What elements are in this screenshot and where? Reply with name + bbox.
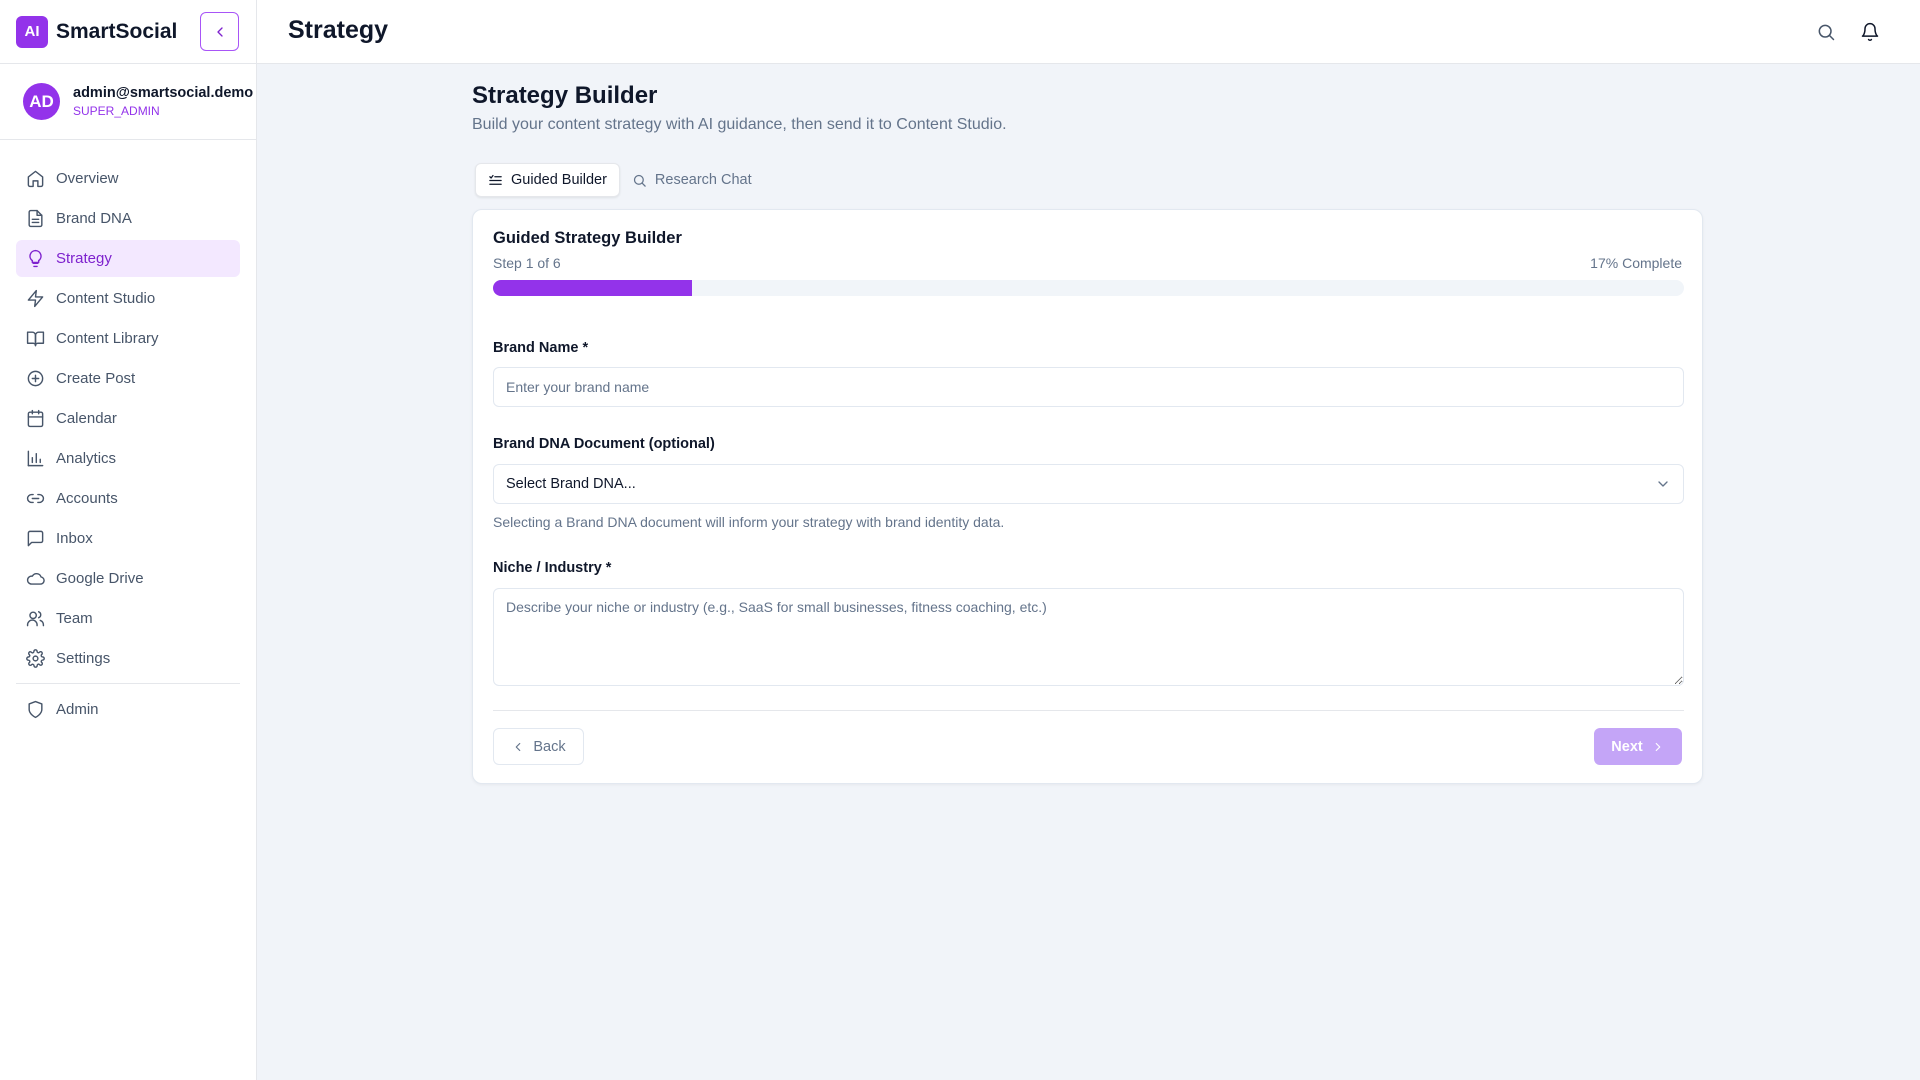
sidebar-item-label: Inbox <box>56 530 93 547</box>
book-icon <box>25 329 45 349</box>
tab-label: Guided Builder <box>511 172 607 188</box>
message-icon <box>25 529 45 549</box>
next-button[interactable]: Next <box>1594 728 1682 765</box>
sidebar-item-accounts[interactable]: Accounts <box>16 480 240 517</box>
sidebar-item-label: Overview <box>56 170 119 187</box>
plus-circle-icon <box>25 369 45 389</box>
search-icon <box>1818 24 1835 41</box>
sidebar-item-label: Settings <box>56 650 111 667</box>
chevron-left-icon <box>511 740 525 754</box>
sidebar-item-admin[interactable]: Admin <box>16 691 240 728</box>
bolt-icon <box>25 289 45 309</box>
lightbulb-icon <box>25 249 45 269</box>
sidebar: AI SmartSocial AD admin@smartsocial.demo… <box>0 0 257 1080</box>
guided-builder-card: Guided Strategy Builder Step 1 of 6 17% … <box>472 209 1703 784</box>
sidebar-item-label: Brand DNA <box>56 210 132 227</box>
sidebar-item-label: Analytics <box>56 450 117 467</box>
progress-percent: 17% Complete <box>1590 255 1682 271</box>
link-icon <box>25 489 45 509</box>
chevron-right-icon <box>1651 740 1665 754</box>
tab-guided-builder[interactable]: Guided Builder <box>475 163 620 197</box>
calendar-icon <box>25 409 45 429</box>
gear-icon <box>25 649 45 669</box>
page-title: Strategy Builder <box>472 82 658 109</box>
brand-name-input[interactable] <box>493 367 1684 407</box>
home-icon <box>25 169 45 189</box>
collapse-sidebar-button[interactable] <box>200 12 239 51</box>
sidebar-item-settings[interactable]: Settings <box>16 640 240 677</box>
document-icon <box>25 209 45 229</box>
sidebar-item-overview[interactable]: Overview <box>16 160 240 197</box>
brand-dna-selected: Select Brand DNA... <box>506 476 636 492</box>
sidebar-item-calendar[interactable]: Calendar <box>16 400 240 437</box>
chevron-down-icon <box>1658 481 1668 487</box>
next-label: Next <box>1611 738 1643 755</box>
shield-icon <box>25 700 45 720</box>
tab-label: Research Chat <box>654 172 752 188</box>
sidebar-item-brand-dna[interactable]: Brand DNA <box>16 200 240 237</box>
sidebar-item-label: Calendar <box>56 410 117 427</box>
search-button[interactable] <box>1814 20 1838 44</box>
tab-research-chat[interactable]: Research Chat <box>620 163 764 197</box>
back-label: Back <box>533 738 566 755</box>
sidebar-item-team[interactable]: Team <box>16 600 240 637</box>
bell-icon <box>1861 22 1879 42</box>
sidebar-item-label: Google Drive <box>56 570 144 587</box>
list-check-icon <box>488 173 503 188</box>
step-indicator: Step 1 of 6 <box>493 255 561 271</box>
sidebar-item-content-library[interactable]: Content Library <box>16 320 240 357</box>
notifications-button[interactable] <box>1858 20 1882 44</box>
sidebar-item-inbox[interactable]: Inbox <box>16 520 240 557</box>
progress-bar <box>493 280 1684 296</box>
avatar: AD <box>23 83 60 120</box>
brand-name-label: Brand Name * <box>493 340 589 356</box>
card-title: Guided Strategy Builder <box>493 229 682 247</box>
bar-chart-icon <box>25 449 45 469</box>
sidebar-item-strategy[interactable]: Strategy <box>16 240 240 277</box>
niche-textarea[interactable] <box>493 588 1684 686</box>
builder-tabs: Guided Builder Research Chat <box>472 163 764 197</box>
sidebar-item-label: Admin <box>56 701 99 718</box>
search-icon <box>632 173 647 188</box>
sidebar-item-label: Content Library <box>56 330 159 347</box>
page-subtitle: Build your content strategy with AI guid… <box>472 116 1007 133</box>
app-logo[interactable]: AI <box>16 15 48 48</box>
sidebar-item-label: Team <box>56 610 93 627</box>
card-divider <box>493 710 1684 711</box>
sidebar-nav: Overview Brand DNA Strategy Content Stud… <box>0 140 256 728</box>
brand-dna-label: Brand DNA Document (optional) <box>493 436 715 452</box>
app-name: SmartSocial <box>56 19 178 43</box>
page-header-title: Strategy <box>288 16 389 44</box>
niche-label: Niche / Industry * <box>493 560 612 576</box>
chevron-left-icon <box>216 26 223 37</box>
sidebar-item-analytics[interactable]: Analytics <box>16 440 240 477</box>
users-icon <box>25 609 45 629</box>
user-role: SUPER_ADMIN <box>73 104 160 118</box>
brand-dna-select[interactable]: Select Brand DNA... <box>493 464 1684 504</box>
sidebar-item-label: Accounts <box>56 490 118 507</box>
sidebar-item-content-studio[interactable]: Content Studio <box>16 280 240 317</box>
user-email: admin@smartsocial.demo <box>73 85 254 101</box>
back-button[interactable]: Back <box>493 728 584 765</box>
cloud-icon <box>25 569 45 589</box>
sidebar-item-google-drive[interactable]: Google Drive <box>16 560 240 597</box>
brand-dna-help: Selecting a Brand DNA document will info… <box>493 514 1005 530</box>
top-header: Strategy <box>257 0 1920 64</box>
sidebar-item-label: Create Post <box>56 370 136 387</box>
progress-fill <box>493 280 692 296</box>
sidebar-item-label: Strategy <box>56 250 112 267</box>
sidebar-item-create-post[interactable]: Create Post <box>16 360 240 397</box>
sidebar-divider <box>16 683 240 684</box>
user-profile[interactable]: AD admin@smartsocial.demo SUPER_ADMIN <box>0 64 256 140</box>
sidebar-item-label: Content Studio <box>56 290 156 307</box>
